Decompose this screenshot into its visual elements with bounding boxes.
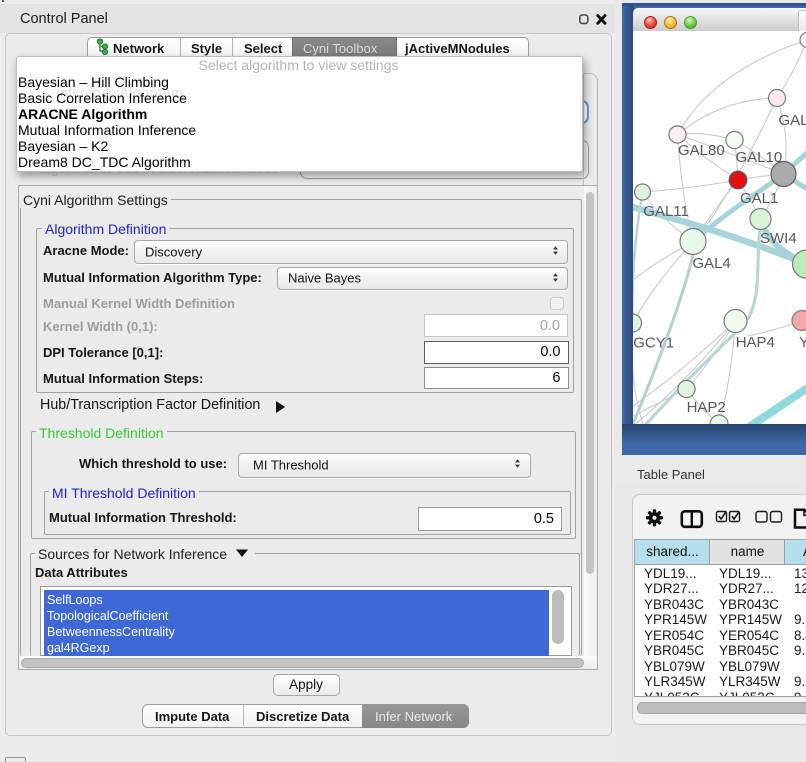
svg-text:SWI4: SWI4	[760, 230, 797, 247]
svg-text:GAL80: GAL80	[678, 142, 725, 159]
svg-text:HAP2: HAP2	[687, 399, 726, 416]
svg-text:YD: YD	[799, 334, 806, 351]
svg-text:GAL7: GAL7	[779, 112, 806, 129]
svg-text:GAL10: GAL10	[736, 149, 783, 166]
svg-text:HAP4: HAP4	[736, 334, 775, 351]
svg-text:GCY1: GCY1	[633, 335, 674, 352]
svg-text:GAL4: GAL4	[692, 255, 730, 272]
svg-text:GAL11: GAL11	[643, 203, 689, 220]
svg-text:GAL1: GAL1	[740, 190, 778, 207]
